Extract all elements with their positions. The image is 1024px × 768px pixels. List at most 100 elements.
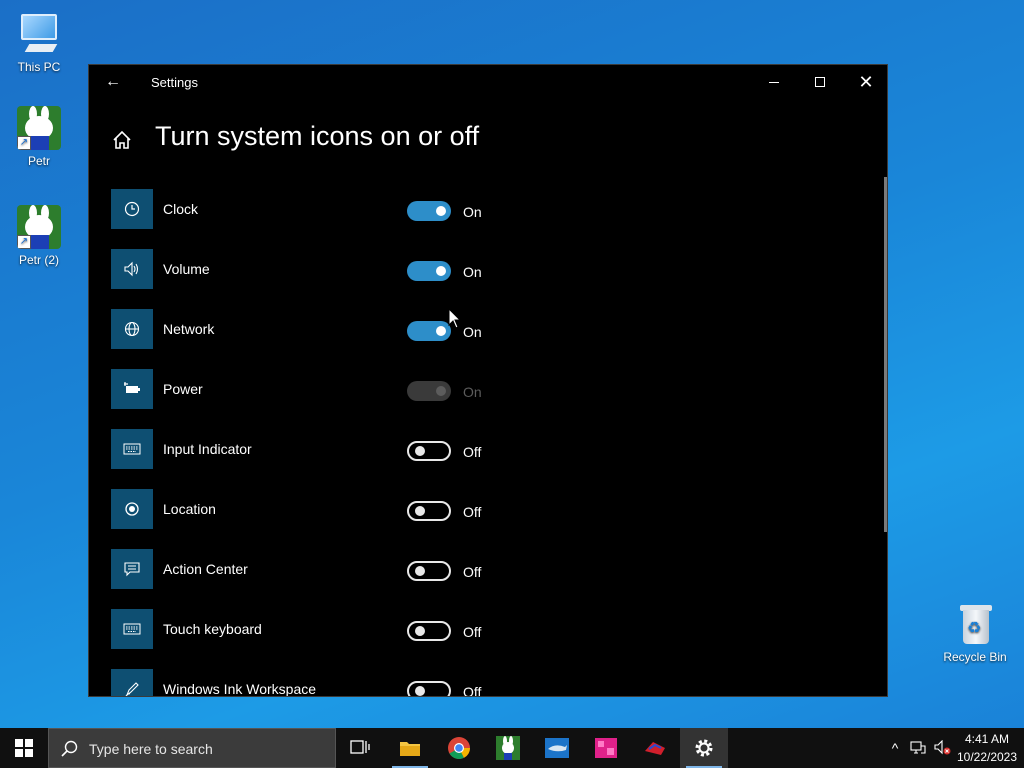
list-item-clock: Clock On (111, 189, 871, 249)
toggle-state: Off (463, 564, 482, 580)
item-label: Volume (163, 261, 210, 277)
list-item-input-indicator: Input Indicator Off (111, 429, 871, 489)
minimize-button[interactable] (751, 65, 797, 99)
clock-time: 4:41 AM (964, 732, 1010, 746)
window-title: Settings (151, 75, 198, 90)
desktop-icon-petr[interactable]: ↗ Petr (4, 106, 74, 168)
page-title: Turn system icons on or off (155, 121, 480, 151)
toggle-state: Off (463, 684, 482, 697)
task-view-icon (350, 740, 370, 754)
touch-keyboard-toggle[interactable] (407, 621, 451, 641)
bunny-icon: ↗ (17, 106, 61, 150)
touch-keyboard-icon (111, 609, 153, 649)
volume-tray-button[interactable] (930, 728, 954, 768)
volume-icon (111, 249, 153, 289)
action-center-icon (111, 549, 153, 589)
list-item-power: Power On (111, 369, 871, 429)
toggle-state: On (463, 204, 482, 220)
toggle-state: On (463, 264, 482, 280)
system-icons-list: Clock On Volume On Network On Power On I… (111, 189, 871, 697)
shark-icon (545, 738, 569, 758)
gear-icon (695, 739, 713, 757)
network-tray-button[interactable] (906, 728, 930, 768)
location-toggle[interactable] (407, 501, 451, 521)
search-icon (61, 740, 78, 757)
list-item-windows-ink-workspace: Windows Ink Workspace Off (111, 669, 871, 697)
close-button[interactable]: ✕ (843, 65, 887, 99)
shark-app-button[interactable] (533, 728, 581, 768)
show-hidden-icons-button[interactable]: ^ (884, 728, 906, 768)
desktop-icon-label: Petr (2) (18, 253, 59, 267)
scrollbar[interactable] (884, 177, 887, 532)
toggle-state: Off (463, 444, 482, 460)
item-label: Network (163, 321, 215, 337)
shoe-icon (645, 742, 665, 755)
windows-logo-icon (15, 739, 33, 757)
bunny-icon: ↗ (17, 205, 61, 249)
pen-icon (111, 669, 153, 696)
keyboard-icon (111, 429, 153, 469)
toggle-state: On (463, 384, 482, 400)
mouse-cursor-icon (448, 308, 462, 329)
home-icon[interactable] (111, 129, 133, 151)
list-item-action-center: Action Center Off (111, 549, 871, 609)
volume-muted-icon (934, 739, 951, 755)
network-tray-icon (910, 741, 926, 754)
folder-icon (400, 742, 420, 756)
list-item-location: Location Off (111, 489, 871, 549)
list-item-touch-keyboard: Touch keyboard Off (111, 609, 871, 669)
windows-ink-toggle[interactable] (407, 681, 451, 696)
start-button[interactable] (0, 728, 48, 768)
action-center-toggle[interactable] (407, 561, 451, 581)
chrome-button[interactable] (435, 728, 483, 768)
back-arrow-icon[interactable]: ← (103, 73, 123, 91)
title-bar: ← Settings ✕ (89, 65, 887, 99)
desktop-icon-petr-2[interactable]: ↗ Petr (2) (4, 205, 74, 267)
computer-icon (17, 12, 61, 56)
volume-toggle[interactable] (407, 261, 451, 281)
item-label: Clock (163, 201, 199, 217)
location-icon (111, 489, 153, 529)
toggle-state: On (463, 324, 482, 340)
desktop-icon-label: Petr (27, 154, 50, 168)
taskbar-search-box[interactable]: Type here to search (48, 728, 336, 768)
item-label: Power (163, 381, 203, 397)
file-explorer-button[interactable] (386, 728, 434, 768)
clock-toggle[interactable] (407, 201, 451, 221)
desktop-icon-label: This PC (17, 60, 61, 74)
minimize-icon (769, 81, 779, 83)
recycle-bin-icon: ♻ (953, 602, 997, 646)
petr-app-button[interactable] (484, 728, 532, 768)
clock-icon (111, 189, 153, 229)
task-view-button[interactable] (336, 728, 384, 768)
shoe-app-button[interactable] (631, 728, 679, 768)
maximize-icon (815, 77, 825, 88)
toggle-state: Off (463, 504, 482, 520)
taskbar: Type here to search ^ 4:41 AM 10/22/2023 (0, 728, 1024, 768)
item-label: Touch keyboard (163, 621, 262, 637)
power-icon (111, 369, 153, 409)
clock-date: 10/22/2023 (956, 750, 1018, 764)
close-icon: ✕ (858, 72, 874, 92)
desktop-icon-this-pc[interactable]: This PC (4, 12, 74, 74)
taskbar-clock[interactable]: 4:41 AM 10/22/2023 (956, 730, 1018, 766)
search-placeholder: Type here to search (89, 741, 213, 757)
desktop-icon-label: Recycle Bin (943, 650, 1007, 664)
maximize-button[interactable] (797, 65, 843, 99)
puzzle-icon (595, 738, 617, 758)
input-indicator-toggle[interactable] (407, 441, 451, 461)
list-item-network: Network On (111, 309, 871, 369)
item-label: Action Center (163, 561, 248, 577)
item-label: Input Indicator (163, 441, 252, 457)
puzzle-app-button[interactable] (582, 728, 630, 768)
toggle-state: Off (463, 624, 482, 640)
bunny-icon (496, 736, 520, 760)
power-toggle (407, 381, 451, 401)
item-label: Location (163, 501, 216, 517)
chevron-up-icon: ^ (891, 740, 899, 756)
desktop-icon-recycle-bin[interactable]: ♻ Recycle Bin (940, 602, 1010, 664)
network-toggle[interactable] (407, 321, 451, 341)
settings-window: ← Settings ✕ Turn system icons on or off… (88, 64, 888, 697)
chrome-icon (448, 737, 470, 759)
settings-app-button[interactable] (680, 728, 728, 768)
